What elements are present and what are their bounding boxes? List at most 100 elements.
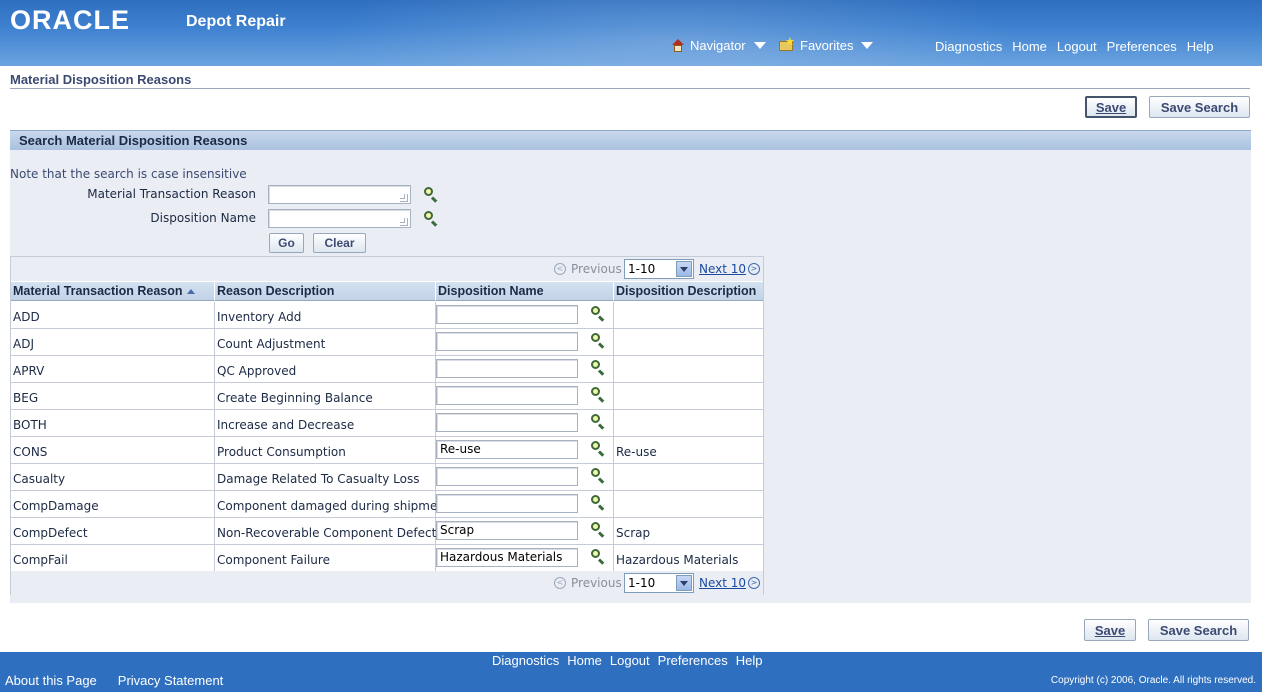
disposition-name-field[interactable]	[436, 467, 578, 486]
disposition-name-field[interactable]	[436, 386, 578, 405]
oracle-logo: ORACLE	[10, 5, 130, 35]
privacy-statement-link[interactable]: Privacy Statement	[118, 673, 224, 688]
results-table: < Previous 1-10 Next 10 > Material Trans…	[10, 256, 764, 595]
save-search-button-bottom[interactable]: Save Search	[1148, 619, 1249, 641]
next-link[interactable]: Next 10	[699, 262, 746, 276]
column-header-reason[interactable]: Material Transaction Reason	[11, 282, 215, 301]
navigator-label: Navigator	[690, 38, 746, 53]
disposition-name-field[interactable]: Scrap	[436, 521, 578, 540]
cell-reason: BOTH	[11, 410, 215, 436]
previous-link: Previous	[571, 262, 622, 276]
table-row: BEG Create Beginning Balance	[11, 383, 763, 410]
search-icon[interactable]	[590, 494, 606, 511]
global-link-preferences[interactable]: Preferences	[1107, 39, 1177, 54]
disposition-name-input[interactable]	[268, 209, 411, 228]
footer-link-logout[interactable]: Logout	[610, 653, 650, 668]
cell-disposition-description	[614, 356, 763, 382]
cell-reason: Casualty	[11, 464, 215, 490]
save-button-label: Save	[1094, 622, 1126, 638]
previous-link: Previous	[571, 576, 622, 590]
save-search-button-label: Save Search	[1160, 99, 1239, 115]
favorites-menu[interactable]: ★ Favorites	[779, 37, 874, 53]
footer-link-diagnostics[interactable]: Diagnostics	[492, 653, 559, 668]
cell-reason: ADD	[11, 302, 215, 328]
search-icon[interactable]	[590, 413, 606, 430]
footer-links: Diagnostics Home Logout Preferences Help	[492, 653, 763, 668]
cell-description: Component Failure	[215, 545, 436, 571]
next-link[interactable]: Next 10	[699, 576, 746, 590]
search-icon[interactable]	[590, 332, 606, 349]
table-row: Casualty Damage Related To Casualty Loss	[11, 464, 763, 491]
cell-disposition-name	[436, 491, 614, 517]
cell-disposition-description	[614, 491, 763, 517]
favorites-folder-icon: ★	[779, 37, 795, 52]
cell-reason: BEG	[11, 383, 215, 409]
search-icon[interactable]	[590, 440, 606, 457]
cell-reason: CompFail	[11, 545, 215, 571]
search-icon[interactable]	[590, 467, 606, 484]
resize-grip-icon	[400, 194, 408, 202]
range-select-value: 1-10	[628, 576, 656, 590]
navigator-menu[interactable]: Navigator	[672, 38, 766, 53]
cell-reason: ADJ	[11, 329, 215, 355]
table-row: CompDefect Non-Recoverable Component Def…	[11, 518, 763, 545]
disposition-name-field[interactable]	[436, 359, 578, 378]
table-row: ADD Inventory Add	[11, 302, 763, 329]
cell-description: Component damaged during shipment	[215, 491, 450, 517]
range-select[interactable]: 1-10	[624, 259, 694, 279]
home-icon	[672, 39, 685, 52]
search-icon[interactable]	[590, 386, 606, 403]
table-row: APRV QC Approved	[11, 356, 763, 383]
save-search-button-label: Save Search	[1159, 622, 1238, 638]
cell-disposition-name	[436, 356, 614, 382]
cell-disposition-description	[614, 302, 763, 328]
global-link-help[interactable]: Help	[1187, 39, 1214, 54]
about-this-page-link[interactable]: About this Page	[5, 673, 97, 688]
material-transaction-reason-label: Material Transaction Reason	[87, 187, 256, 201]
disposition-name-field[interactable]: Hazardous Materials	[436, 548, 578, 567]
table-row: ADJ Count Adjustment	[11, 329, 763, 356]
disposition-name-field[interactable]	[436, 413, 578, 432]
save-button-top[interactable]: Save	[1085, 96, 1137, 118]
clear-button-label: Clear	[324, 236, 355, 250]
cell-description: Create Beginning Balance	[215, 383, 436, 409]
search-icon[interactable]	[590, 359, 606, 376]
disposition-name-field[interactable]	[436, 305, 578, 324]
table-navigation-bottom: < Previous 1-10 Next 10 >	[11, 571, 763, 595]
next-icon[interactable]: >	[748, 263, 760, 275]
go-button[interactable]: Go	[269, 233, 304, 253]
footer-link-home[interactable]: Home	[567, 653, 602, 668]
table-row: BOTH Increase and Decrease	[11, 410, 763, 437]
cell-disposition-description	[614, 464, 763, 490]
search-icon[interactable]	[590, 521, 606, 538]
footer-link-preferences[interactable]: Preferences	[658, 653, 728, 668]
disposition-name-field[interactable]	[436, 494, 578, 513]
cell-disposition-description: Hazardous Materials	[616, 553, 739, 567]
search-icon[interactable]	[590, 305, 606, 322]
copyright: Copyright (c) 2006, Oracle. All rights r…	[1050, 675, 1256, 686]
next-icon[interactable]: >	[748, 577, 760, 589]
disposition-name-field[interactable]: Re-use	[436, 440, 578, 459]
cell-disposition-name: Re-use	[436, 437, 614, 463]
save-button-bottom[interactable]: Save	[1084, 619, 1136, 641]
global-header: ORACLE Depot Repair Navigator ★ Favorite…	[0, 0, 1262, 66]
search-icon[interactable]	[423, 210, 439, 227]
cell-reason: CompDefect	[11, 518, 215, 544]
disposition-name-field[interactable]	[436, 332, 578, 351]
save-button-label: Save	[1095, 99, 1127, 115]
previous-icon: <	[554, 263, 566, 275]
global-link-logout[interactable]: Logout	[1057, 39, 1097, 54]
range-select[interactable]: 1-10	[624, 573, 694, 593]
global-link-home[interactable]: Home	[1012, 39, 1047, 54]
search-icon[interactable]	[590, 548, 606, 565]
material-transaction-reason-input[interactable]	[268, 185, 411, 204]
cell-disposition-name	[436, 329, 614, 355]
global-link-diagnostics[interactable]: Diagnostics	[935, 39, 1002, 54]
cell-description: Product Consumption	[215, 437, 436, 463]
chevron-down-icon	[676, 575, 692, 591]
footer-secondary-links: About this Page Privacy Statement	[5, 673, 223, 688]
search-icon[interactable]	[423, 186, 439, 203]
clear-button[interactable]: Clear	[313, 233, 366, 253]
footer-link-help[interactable]: Help	[736, 653, 763, 668]
save-search-button-top[interactable]: Save Search	[1149, 96, 1250, 118]
